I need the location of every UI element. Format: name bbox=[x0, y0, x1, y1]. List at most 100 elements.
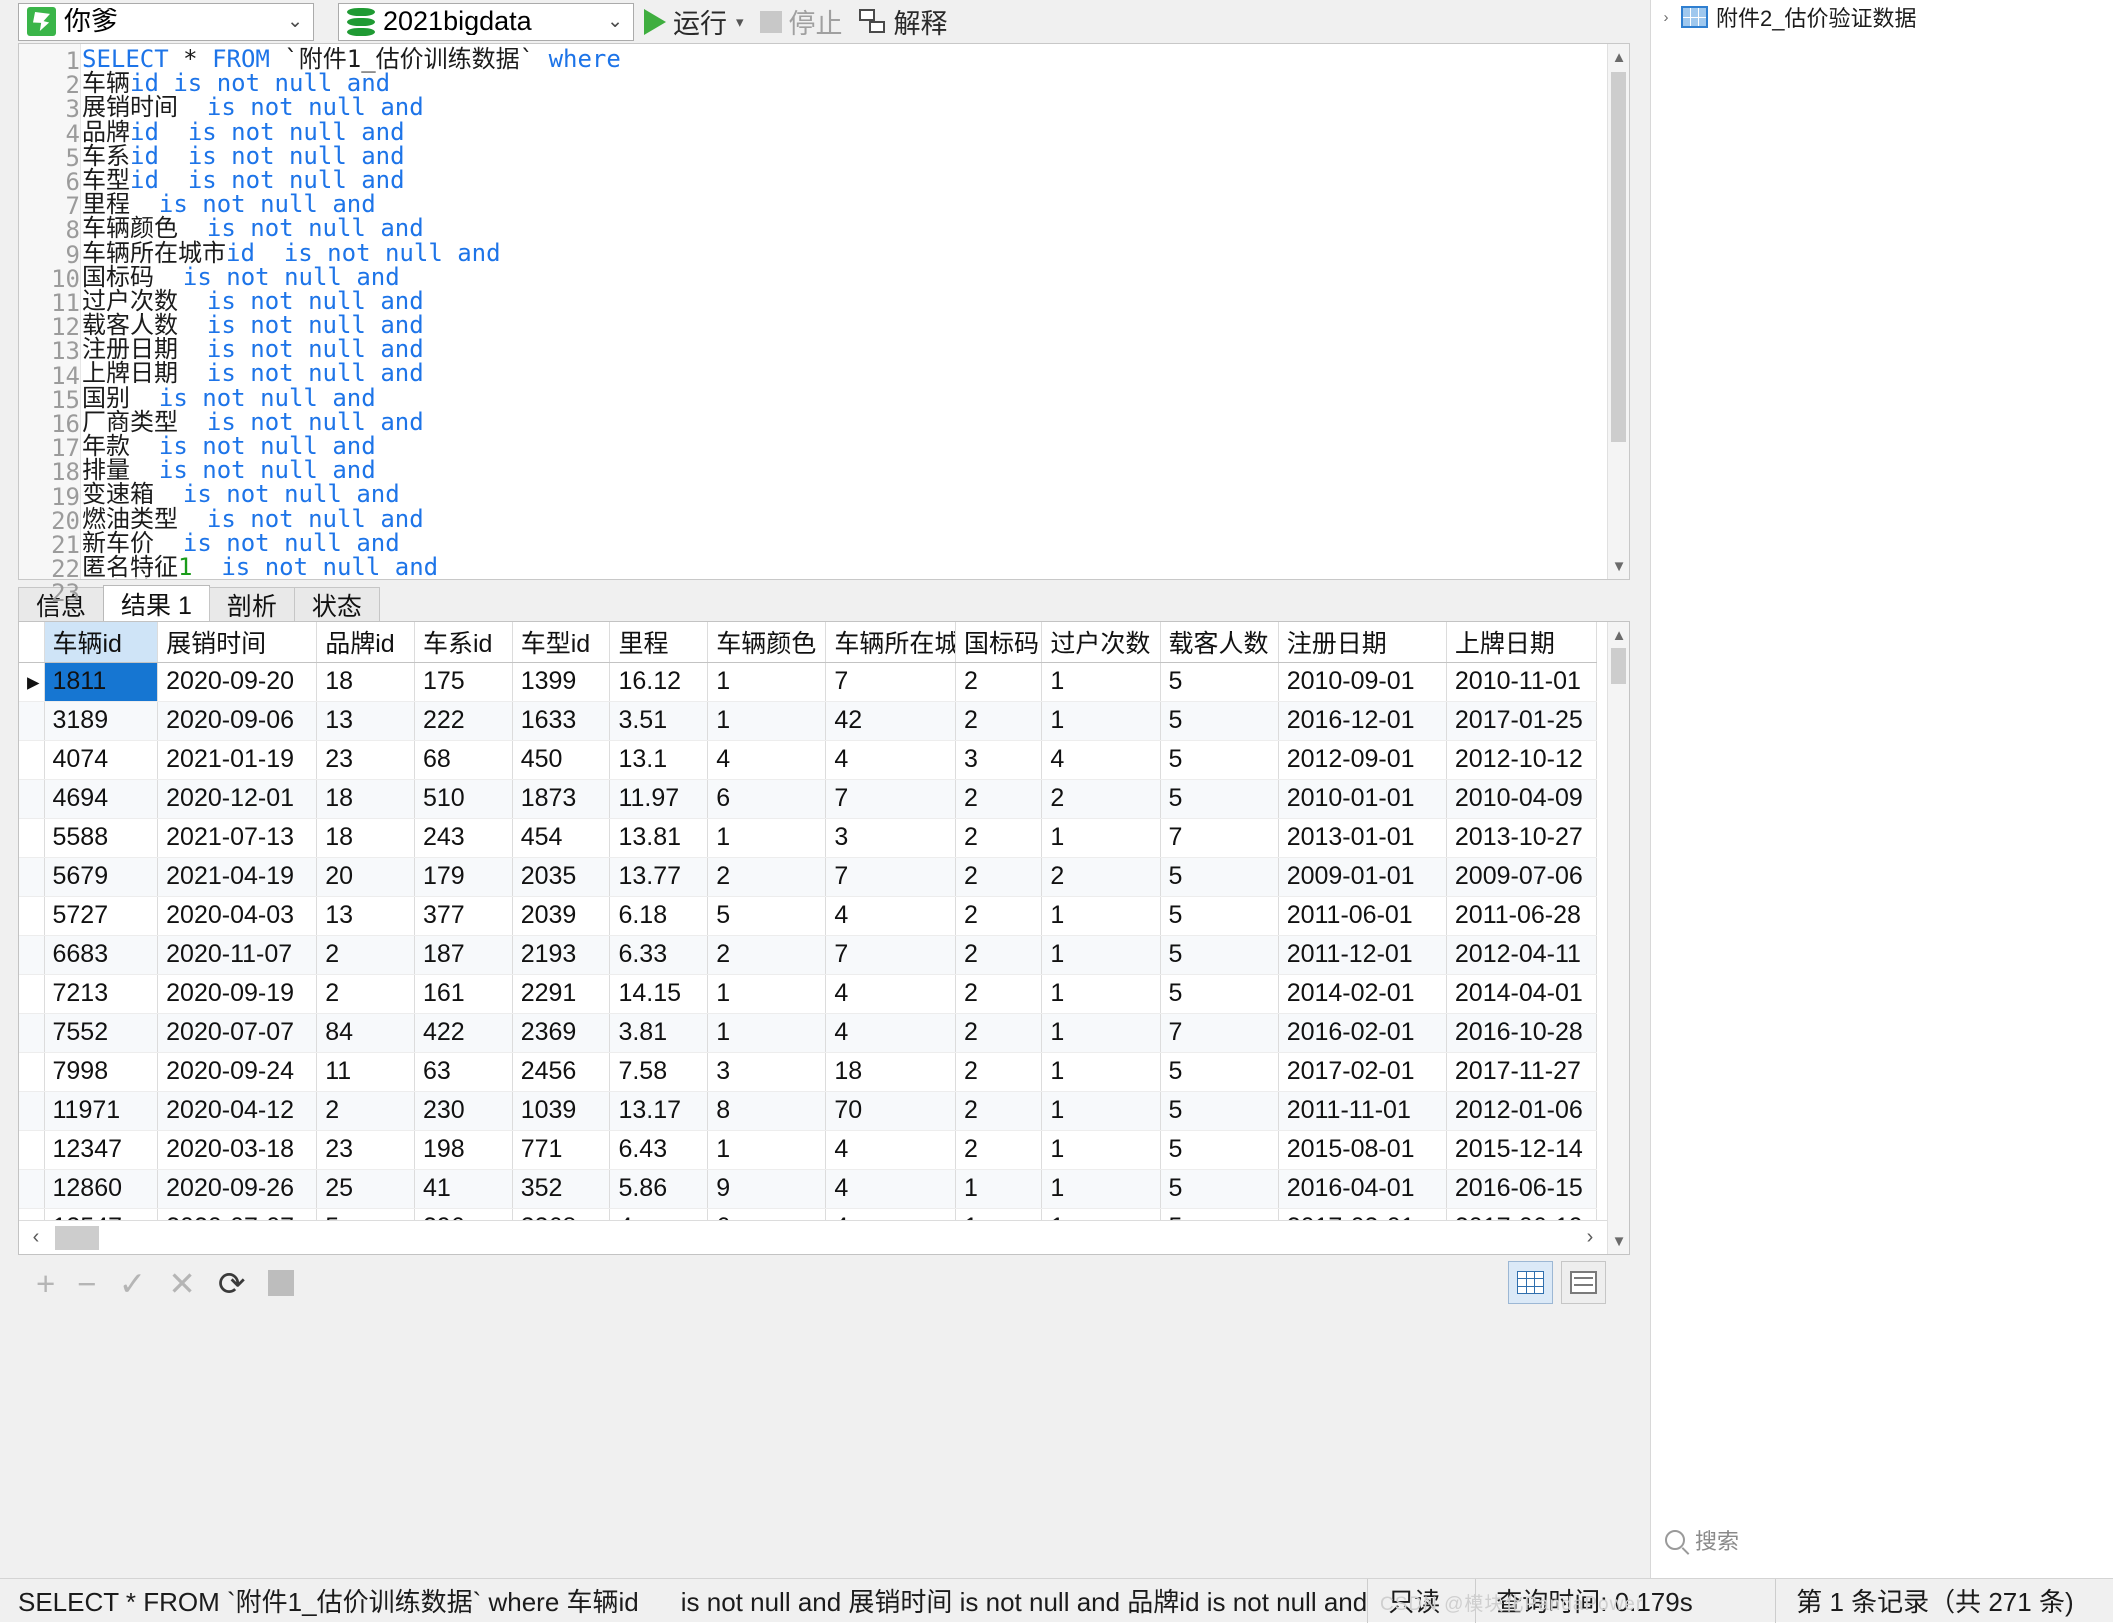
table-cell[interactable]: 2014-02-01 bbox=[1278, 974, 1447, 1014]
table-cell[interactable]: 2015-08-01 bbox=[1278, 1130, 1447, 1170]
table-cell[interactable]: 7 bbox=[1160, 1013, 1279, 1053]
table-cell[interactable]: 230 bbox=[414, 1091, 513, 1131]
sql-line[interactable]: 排量 is not null and bbox=[82, 458, 1607, 482]
table-cell[interactable]: 7 bbox=[1160, 818, 1279, 858]
table-row[interactable]: 11971 2020-04-12 2 230 1039 13.17 8 70 2 1 5 2011-1… bbox=[19, 1091, 1598, 1131]
table-cell[interactable]: 2020-09-20 bbox=[157, 662, 318, 702]
table-cell[interactable]: 7.58 bbox=[609, 1052, 709, 1092]
table-cell[interactable]: 187 bbox=[414, 935, 513, 975]
table-cell[interactable]: 1 bbox=[1041, 1013, 1161, 1053]
table-cell[interactable]: 13.17 bbox=[609, 1091, 709, 1131]
table-cell[interactable]: 1 bbox=[1041, 1091, 1161, 1131]
table-cell[interactable]: 2014-04-01 bbox=[1446, 974, 1598, 1014]
table-cell[interactable]: 12347 bbox=[44, 1130, 159, 1170]
table-cell[interactable]: 2020-12-01 bbox=[157, 779, 318, 819]
table-cell[interactable]: 7213 bbox=[44, 974, 159, 1014]
table-cell[interactable]: 2 bbox=[316, 974, 415, 1014]
table-cell[interactable]: 2016-10-28 bbox=[1446, 1013, 1598, 1053]
table-cell[interactable]: 2369 bbox=[512, 1013, 611, 1053]
table-cell[interactable]: 2010-11-01 bbox=[1446, 662, 1598, 702]
chevron-down-icon-db[interactable]: ⌄ bbox=[607, 10, 627, 33]
column-header[interactable]: 国标码 bbox=[955, 622, 1043, 663]
tree-item-attachment2[interactable]: › 附件2_估价验证数据 bbox=[1651, 0, 2113, 31]
table-cell[interactable]: 2016-06-15 bbox=[1446, 1169, 1598, 1209]
editor-vertical-scrollbar[interactable]: ▲ ▼ bbox=[1607, 44, 1629, 579]
table-cell[interactable]: 2021-04-19 bbox=[157, 857, 318, 897]
table-cell[interactable]: 7 bbox=[825, 779, 956, 819]
table-cell[interactable]: 2011-06-01 bbox=[1278, 896, 1447, 936]
sql-line[interactable]: 车型id is not null and bbox=[82, 168, 1607, 192]
stop-square-icon[interactable] bbox=[267, 1270, 294, 1296]
column-header[interactable]: 车系id bbox=[414, 622, 513, 663]
table-cell[interactable]: 771 bbox=[512, 1130, 611, 1170]
table-cell[interactable]: 13 bbox=[316, 701, 415, 741]
table-cell[interactable]: 5 bbox=[1160, 740, 1279, 780]
table-cell[interactable]: 352 bbox=[512, 1169, 611, 1209]
table-cell[interactable]: 2020-09-06 bbox=[157, 701, 318, 741]
grid-hscroll-thumb[interactable] bbox=[55, 1225, 99, 1250]
table-cell[interactable]: 2 bbox=[955, 1052, 1043, 1092]
table-cell[interactable]: 2016-04-01 bbox=[1278, 1169, 1447, 1209]
table-cell[interactable]: 2012-10-12 bbox=[1446, 740, 1598, 780]
table-cell[interactable]: 63 bbox=[414, 1052, 513, 1092]
table-cell[interactable]: 3.51 bbox=[609, 701, 709, 741]
table-cell[interactable]: 2291 bbox=[512, 974, 611, 1014]
table-cell[interactable]: 1873 bbox=[512, 779, 611, 819]
table-cell[interactable]: 2021-01-19 bbox=[157, 740, 318, 780]
column-header[interactable]: 上牌日期 bbox=[1446, 622, 1598, 663]
table-cell[interactable]: 5 bbox=[707, 896, 827, 936]
table-cell[interactable]: 25 bbox=[316, 1169, 415, 1209]
table-cell[interactable]: 2020-09-24 bbox=[157, 1052, 318, 1092]
column-header[interactable]: 载客人数 bbox=[1160, 622, 1279, 663]
table-row[interactable]: ▸ 1811 2020-09-20 18 175 1399 16.12 1 7 2 1 5 2010-0… bbox=[19, 662, 1598, 702]
table-cell[interactable]: 2017-11-27 bbox=[1446, 1052, 1598, 1092]
table-row[interactable]: 3189 2020-09-06 13 222 1633 3.51 1 42 2 1 5 2016-12… bbox=[19, 701, 1598, 741]
table-cell[interactable]: 422 bbox=[414, 1013, 513, 1053]
table-cell[interactable]: 7 bbox=[825, 662, 956, 702]
table-cell[interactable]: 2021-07-13 bbox=[157, 818, 318, 858]
table-cell[interactable]: 161 bbox=[414, 974, 513, 1014]
table-cell[interactable]: 2012-09-01 bbox=[1278, 740, 1447, 780]
table-cell[interactable]: 2013-01-01 bbox=[1278, 818, 1447, 858]
table-cell[interactable]: 13.77 bbox=[609, 857, 709, 897]
column-header[interactable]: 车型id bbox=[512, 622, 611, 663]
table-cell[interactable]: 5 bbox=[1160, 1052, 1279, 1092]
table-cell[interactable]: 1039 bbox=[512, 1091, 611, 1131]
table-cell[interactable]: 5 bbox=[1160, 1169, 1279, 1209]
table-cell[interactable]: 1 bbox=[1041, 1052, 1161, 1092]
table-cell[interactable]: 2 bbox=[316, 1091, 415, 1131]
table-cell[interactable]: 2010-04-09 bbox=[1446, 779, 1598, 819]
table-cell[interactable]: 2011-06-28 bbox=[1446, 896, 1598, 936]
table-cell[interactable]: 2020-11-07 bbox=[157, 935, 318, 975]
table-cell[interactable]: 2020-04-03 bbox=[157, 896, 318, 936]
table-cell[interactable]: 2012-04-11 bbox=[1446, 935, 1598, 975]
sql-line[interactable]: 过户次数 is not null and bbox=[82, 289, 1607, 313]
table-cell[interactable]: 2017-01-25 bbox=[1446, 701, 1598, 741]
table-row[interactable]: 7213 2020-09-19 2 161 2291 14.15 1 4 2 1 5 2014-02-… bbox=[19, 974, 1598, 1014]
table-cell[interactable]: 3 bbox=[707, 1052, 827, 1092]
table-row[interactable]: 4074 2021-01-19 23 68 450 13.1 4 4 3 4 5 2012-09-01… bbox=[19, 740, 1598, 780]
table-cell[interactable]: 84 bbox=[316, 1013, 415, 1053]
table-cell[interactable]: 243 bbox=[414, 818, 513, 858]
sql-line[interactable]: 车辆颜色 is not null and bbox=[82, 216, 1607, 240]
table-cell[interactable]: 3 bbox=[825, 818, 956, 858]
table-cell[interactable]: 377 bbox=[414, 896, 513, 936]
table-cell[interactable]: 2 bbox=[955, 779, 1043, 819]
chevron-right-icon[interactable]: › bbox=[1659, 9, 1673, 26]
table-cell[interactable]: 12860 bbox=[44, 1169, 159, 1209]
table-cell[interactable]: 8 bbox=[707, 1091, 827, 1131]
table-cell[interactable]: 2 bbox=[955, 974, 1043, 1014]
table-cell[interactable]: 4 bbox=[825, 896, 956, 936]
sql-line[interactable]: 上牌日期 is not null and bbox=[82, 361, 1607, 385]
tab-3[interactable]: 状态 bbox=[293, 587, 380, 621]
table-row[interactable]: 12347 2020-03-18 23 198 771 6.43 1 4 2 1 5 2015-08-… bbox=[19, 1130, 1598, 1170]
scroll-up-icon[interactable]: ▲ bbox=[1608, 44, 1630, 70]
table-cell[interactable]: 5 bbox=[1160, 935, 1279, 975]
table-cell[interactable]: 5 bbox=[1160, 662, 1279, 702]
table-cell[interactable]: 2013-10-27 bbox=[1446, 818, 1598, 858]
table-cell[interactable]: 1 bbox=[707, 662, 827, 702]
table-cell[interactable]: 18 bbox=[316, 662, 415, 702]
table-cell[interactable]: 1633 bbox=[512, 701, 611, 741]
column-header[interactable]: 品牌id bbox=[316, 622, 415, 663]
table-cell[interactable]: 1 bbox=[707, 818, 827, 858]
